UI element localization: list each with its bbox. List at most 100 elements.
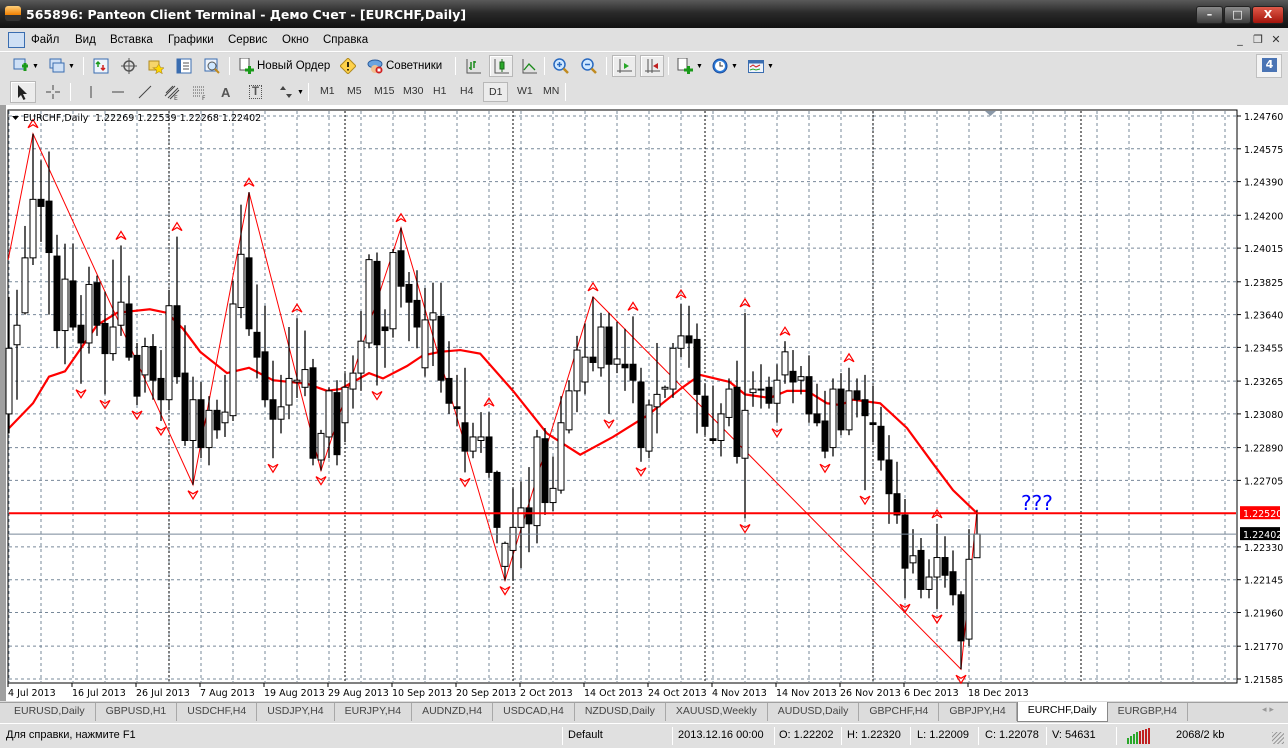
- notifications-button[interactable]: 4: [1256, 54, 1282, 78]
- chart-tab[interactable]: EURJPY,H4: [335, 703, 413, 721]
- menu-help[interactable]: Справка: [323, 34, 368, 46]
- question-annotation[interactable]: ???: [1021, 491, 1053, 515]
- templates-button[interactable]: ▼: [745, 55, 777, 77]
- profiles-button[interactable]: ▼: [46, 55, 78, 77]
- price-tick-label: 1.21960: [1244, 608, 1283, 619]
- zoom-in-button[interactable]: [550, 55, 572, 77]
- mdi-minimize-button[interactable]: _: [1232, 32, 1248, 48]
- menu-charts[interactable]: Графики: [168, 34, 214, 46]
- bull-candle: [117, 301, 125, 326]
- chart-tab[interactable]: USDCHF,H4: [177, 703, 258, 721]
- bear-candle: [949, 571, 957, 596]
- arrows-button[interactable]: ▼: [275, 81, 307, 103]
- chart-tab[interactable]: EURGBP,H4: [1108, 703, 1188, 721]
- timeframe-mn[interactable]: MN: [538, 82, 564, 102]
- menu-window[interactable]: Окно: [282, 34, 309, 46]
- bear-candle: [869, 422, 877, 426]
- periods-button[interactable]: ▼: [709, 55, 741, 77]
- price-tick-label: 1.24015: [1244, 244, 1283, 255]
- zoom-out-button[interactable]: [578, 55, 600, 77]
- bear-candle: [525, 507, 533, 525]
- chart-tab[interactable]: AUDUSD,Daily: [768, 703, 860, 721]
- new-order-button[interactable]: Новый Ордер: [235, 55, 333, 77]
- line-chart-button[interactable]: [518, 55, 540, 77]
- chart-tab[interactable]: GBPUSD,H1: [96, 703, 178, 721]
- candlestick-chart-button[interactable]: [489, 55, 513, 77]
- chart-menu-triangle-icon[interactable]: [12, 116, 19, 120]
- date-tick-label: 26 Jul 2013: [136, 688, 190, 699]
- timeframe-m15[interactable]: M15: [369, 82, 399, 102]
- tab-scroll-arrows[interactable]: ◂ ▸: [1262, 705, 1274, 715]
- chart-tab[interactable]: USDJPY,H4: [257, 703, 335, 721]
- toolbar-separator: [83, 57, 84, 75]
- chart-window-icon[interactable]: [8, 32, 25, 48]
- maximize-button[interactable]: □: [1224, 6, 1251, 24]
- minimize-button[interactable]: –: [1196, 6, 1223, 24]
- auto-scroll-button[interactable]: [612, 55, 636, 77]
- chart-tab[interactable]: NZDUSD,Daily: [575, 703, 666, 721]
- market-watch-button[interactable]: [90, 55, 112, 77]
- chart-tab[interactable]: USDCAD,H4: [493, 703, 575, 721]
- horizontal-line-button[interactable]: [107, 81, 129, 103]
- status-open: O: 1.22202: [779, 729, 834, 741]
- expert-advisors-button[interactable]: Советники: [364, 55, 445, 77]
- bear-candle: [269, 399, 277, 420]
- new-order-icon: [238, 57, 254, 74]
- bull-candle: [293, 379, 301, 383]
- data-window-button[interactable]: [118, 55, 140, 77]
- bull-candle: [781, 351, 789, 376]
- bull-candle: [205, 409, 213, 449]
- timeframe-h1[interactable]: H1: [428, 82, 451, 102]
- fractal-up-arrow-icon: [171, 221, 183, 232]
- timeframe-h4[interactable]: H4: [455, 82, 478, 102]
- text-label-tool-button[interactable]: T: [246, 81, 265, 103]
- mdi-restore-button[interactable]: ❐: [1250, 32, 1266, 48]
- alerts-button[interactable]: [337, 55, 359, 77]
- chart-tab[interactable]: AUDNZD,H4: [412, 703, 494, 721]
- timeframe-m1[interactable]: M1: [315, 82, 340, 102]
- chart-shift-marker-icon[interactable]: [985, 111, 996, 116]
- menu-view[interactable]: Вид: [75, 34, 96, 46]
- terminal-button[interactable]: [173, 55, 195, 77]
- chart-tab[interactable]: GBPCHF,H4: [859, 703, 940, 721]
- connection-status-icon[interactable]: [1126, 728, 1152, 747]
- bar-chart-button[interactable]: [462, 55, 484, 77]
- date-tick-label: 16 Jul 2013: [72, 688, 126, 699]
- equidistant-channel-button[interactable]: E: [161, 81, 183, 103]
- menu-file[interactable]: Файл: [31, 34, 59, 46]
- new-chart-button[interactable]: ▼: [10, 55, 42, 77]
- fractal-down-arrow-icon: [267, 463, 279, 474]
- timeframe-d1[interactable]: D1: [483, 82, 509, 102]
- vertical-line-button[interactable]: [80, 81, 102, 103]
- date-tick-label: 4 Jul 2013: [8, 688, 56, 699]
- resize-grip[interactable]: [1272, 732, 1284, 744]
- timeframe-m5[interactable]: M5: [342, 82, 367, 102]
- menu-tools[interactable]: Сервис: [228, 34, 267, 46]
- date-tick-label: 7 Aug 2013: [200, 688, 255, 699]
- timeframe-m30[interactable]: M30: [398, 82, 428, 102]
- fibonacci-button[interactable]: F: [189, 81, 211, 103]
- standard-toolbar: ▼ ▼ Новый Ордер Советники ▼ ▼ ▼ 4: [0, 53, 1288, 79]
- strategy-tester-button[interactable]: [201, 55, 223, 77]
- toolbar-separator: [565, 83, 566, 101]
- price-tick-label: 1.24200: [1244, 211, 1283, 222]
- close-button[interactable]: X: [1252, 6, 1284, 24]
- chart-tab[interactable]: GBPJPY,H4: [939, 703, 1017, 721]
- text-tool-button[interactable]: A: [218, 81, 233, 103]
- chart-tab[interactable]: XAUUSD,Weekly: [666, 703, 768, 721]
- chart-tab[interactable]: EURUSD,Daily: [4, 703, 96, 721]
- date-tick-label: 6 Dec 2013: [904, 688, 959, 699]
- cursor-tool-button[interactable]: [10, 81, 36, 103]
- menu-insert[interactable]: Вставка: [110, 34, 153, 46]
- chart-shift-button[interactable]: [640, 55, 664, 77]
- price-chart[interactable]: 1.24760 1.24575 1.24390 1.24200 1.24015 1.238…: [0, 105, 1288, 701]
- mdi-close-button[interactable]: ✕: [1268, 32, 1284, 48]
- bear-candle: [605, 326, 613, 365]
- indicators-button[interactable]: ▼: [674, 55, 706, 77]
- bull-candle: [677, 335, 685, 349]
- trendline-button[interactable]: [134, 81, 156, 103]
- navigator-button[interactable]: [145, 55, 167, 77]
- timeframe-w1[interactable]: W1: [512, 82, 538, 102]
- crosshair-tool-button[interactable]: [42, 81, 64, 103]
- chart-tab[interactable]: EURCHF,Daily: [1016, 702, 1108, 722]
